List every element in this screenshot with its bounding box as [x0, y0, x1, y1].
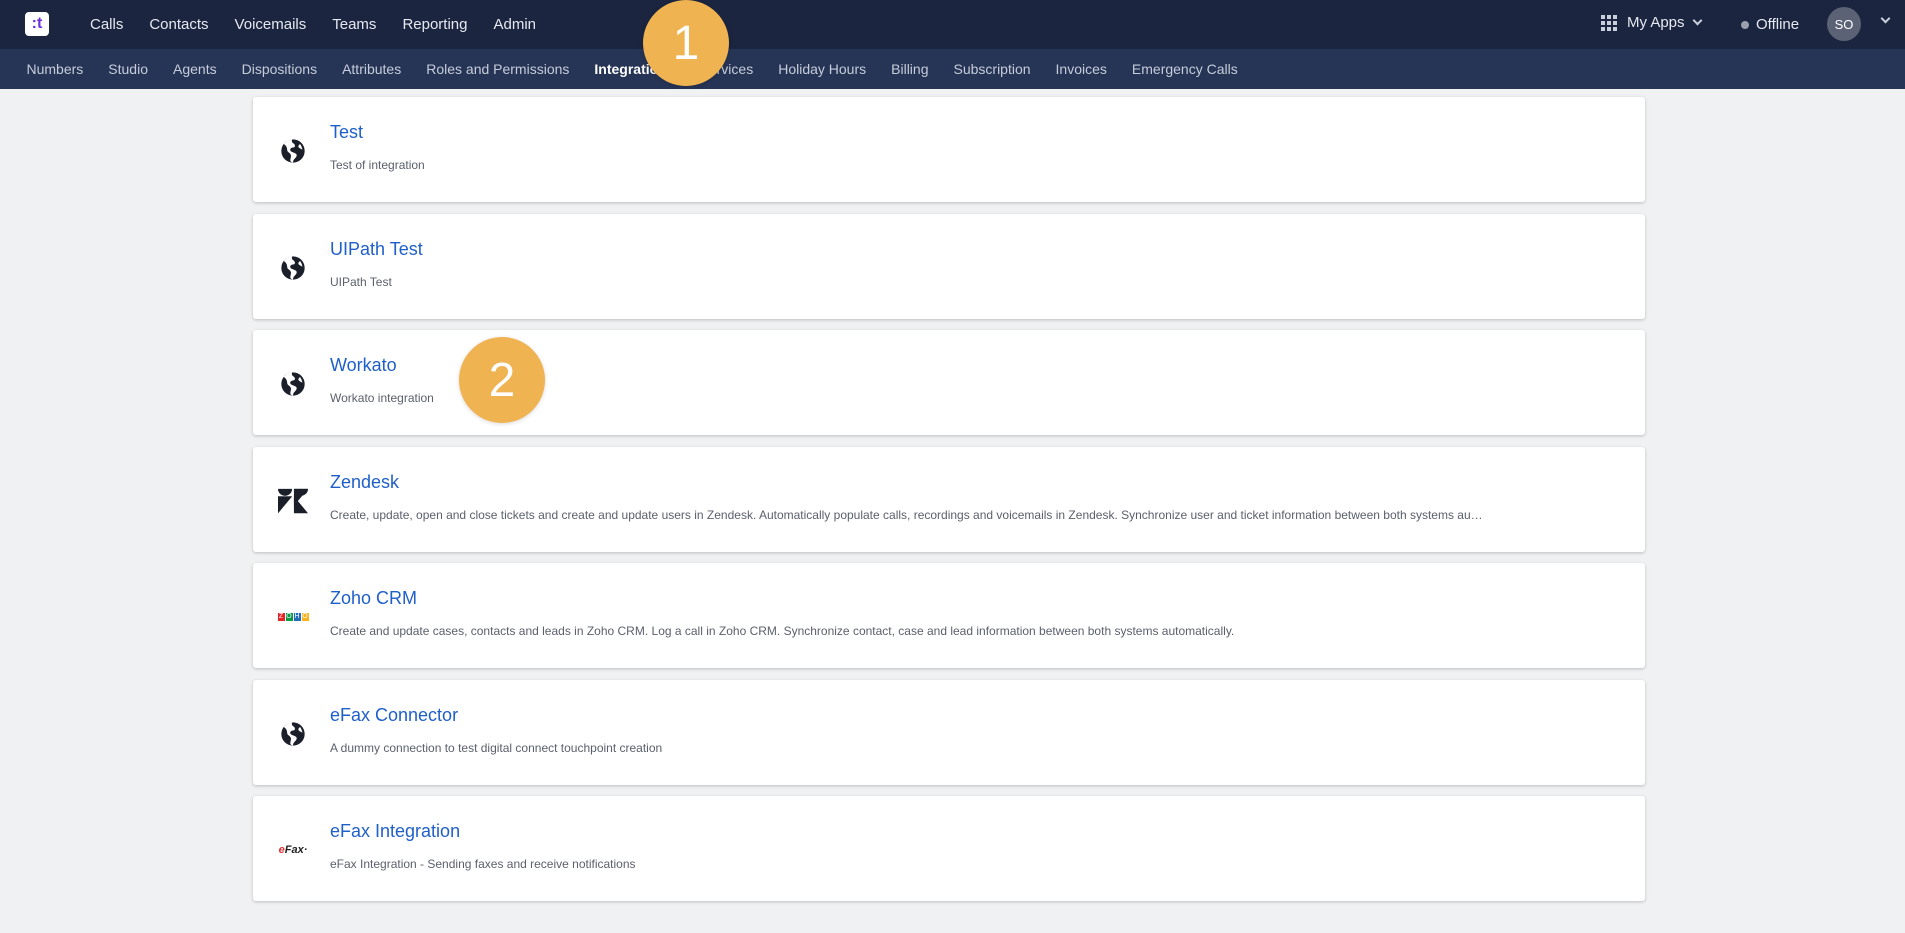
integrations-list: Test Test of integration UIPath Test UIP…: [253, 97, 1645, 913]
subnav-dispositions[interactable]: Dispositions: [229, 61, 329, 77]
efax-logo-icon: eFax·: [278, 844, 308, 856]
apps-grid-icon: [1601, 14, 1617, 31]
nav-admin[interactable]: Admin: [480, 16, 549, 33]
integration-title[interactable]: Zendesk: [330, 472, 399, 493]
integration-title[interactable]: eFax Integration: [330, 821, 460, 842]
subnav-holiday-hours[interactable]: Holiday Hours: [766, 61, 879, 77]
integration-title[interactable]: Test: [330, 122, 363, 143]
nav-teams[interactable]: Teams: [319, 16, 389, 33]
integration-description: Workato integration: [330, 391, 434, 405]
globe-icon: [278, 136, 308, 166]
my-apps-label: My Apps: [1627, 14, 1685, 31]
nav-voicemails[interactable]: Voicemails: [222, 16, 320, 33]
zoho-logo-icon: Z O H O: [277, 613, 309, 621]
subnav-subscription[interactable]: Subscription: [941, 61, 1043, 77]
app-logo[interactable]: :t: [25, 12, 49, 36]
integration-card-zendesk[interactable]: Zendesk Create, update, open and close t…: [253, 446, 1645, 552]
integration-description: Create and update cases, contacts and le…: [330, 624, 1235, 638]
nav-reporting[interactable]: Reporting: [389, 16, 480, 33]
step-badge-1: 1: [643, 0, 729, 86]
subnav-attributes[interactable]: Attributes: [330, 61, 414, 77]
status-label: Offline: [1756, 16, 1800, 33]
subnav-agents[interactable]: Agents: [161, 61, 230, 77]
globe-icon: [278, 719, 308, 749]
integration-description: A dummy connection to test digital conne…: [330, 740, 663, 755]
integration-card-test[interactable]: Test Test of integration: [253, 97, 1645, 202]
globe-icon: [278, 369, 308, 399]
user-avatar[interactable]: SO: [1827, 7, 1861, 41]
subnav-emergency-calls[interactable]: Emergency Calls: [1119, 61, 1250, 77]
integration-title[interactable]: Zoho CRM: [330, 588, 417, 609]
step-badge-2: 2: [459, 337, 545, 423]
my-apps-menu[interactable]: My Apps: [1601, 14, 1702, 31]
subnav-billing[interactable]: Billing: [879, 61, 941, 77]
admin-sub-navigation: Numbers Studio Agents Dispositions Attri…: [0, 49, 1905, 89]
subnav-numbers[interactable]: Numbers: [14, 61, 96, 77]
integration-description: Create, update, open and close tickets a…: [330, 507, 1483, 522]
nav-calls[interactable]: Calls: [77, 16, 136, 33]
integration-title[interactable]: eFax Connector: [330, 705, 458, 726]
integration-card-efax-integration[interactable]: eFax· eFax Integration eFax Integration …: [253, 796, 1645, 901]
subnav-invoices[interactable]: Invoices: [1043, 61, 1119, 77]
integration-card-uipath-test[interactable]: UIPath Test UIPath Test: [253, 213, 1645, 319]
integration-description: UIPath Test: [330, 274, 392, 289]
chevron-down-icon[interactable]: [1880, 13, 1891, 24]
globe-icon: [278, 253, 308, 283]
integration-description: Test of integration: [330, 158, 425, 172]
status-dot-icon: [1741, 20, 1749, 29]
main-nav: Calls Contacts Voicemails Teams Reportin…: [77, 0, 549, 49]
chevron-down-icon: [1692, 15, 1702, 26]
zendesk-logo-icon: [278, 486, 308, 516]
agent-status[interactable]: Offline: [1741, 16, 1799, 33]
integration-card-efax-connector[interactable]: eFax Connector A dummy connection to tes…: [253, 679, 1645, 785]
integration-description: eFax Integration - Sending faxes and rec…: [330, 857, 636, 871]
nav-contacts[interactable]: Contacts: [136, 16, 221, 33]
subnav-studio[interactable]: Studio: [96, 61, 161, 77]
subnav-roles-and-permissions[interactable]: Roles and Permissions: [414, 61, 582, 77]
top-navigation-bar: :t Calls Contacts Voicemails Teams Repor…: [0, 0, 1905, 49]
integration-card-zoho-crm[interactable]: Z O H O Zoho CRM Create and update cases…: [253, 563, 1645, 668]
integration-title[interactable]: Workato: [330, 355, 397, 376]
integration-title[interactable]: UIPath Test: [330, 239, 423, 260]
